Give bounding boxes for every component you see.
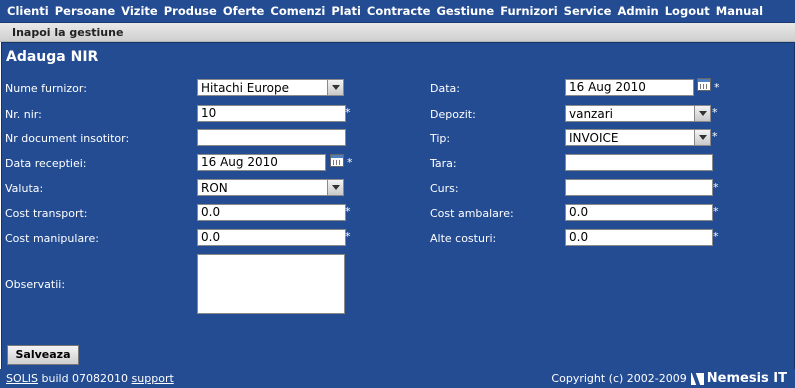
nav-plati[interactable]: Plati xyxy=(328,4,364,18)
nr-document-label: Nr document insotitor: xyxy=(5,132,130,145)
cost-transport-label: Cost transport: xyxy=(5,207,88,220)
valuta-select[interactable]: RON xyxy=(197,179,344,196)
cost-ambalare-input[interactable]: 0.0 xyxy=(565,204,713,221)
nav-furnizori[interactable]: Furnizori xyxy=(497,4,560,18)
chevron-down-icon[interactable] xyxy=(694,106,710,121)
support-link[interactable]: support xyxy=(132,372,174,385)
build-text: build 07082010 xyxy=(41,372,129,385)
valuta-label: Valuta: xyxy=(5,182,44,195)
valuta-value: RON xyxy=(201,181,228,195)
required-marker: * xyxy=(347,156,353,169)
tip-label: Tip: xyxy=(430,132,451,145)
data-label: Data: xyxy=(430,82,460,95)
depozit-label: Depozit: xyxy=(430,108,476,121)
nav-oferte[interactable]: Oferte xyxy=(220,4,268,18)
data-receptiei-label: Data receptiei: xyxy=(5,157,87,170)
tip-select[interactable]: INVOICE xyxy=(565,129,711,146)
cost-manipulare-label: Cost manipulare: xyxy=(5,232,99,245)
depozit-value: vanzari xyxy=(569,107,613,121)
brand-name: Nemesis IT xyxy=(706,371,787,386)
nav-contracte[interactable]: Contracte xyxy=(364,4,434,18)
nemesis-logo-icon xyxy=(690,372,704,385)
nr-nir-input[interactable]: 10 xyxy=(197,105,346,122)
chevron-down-icon[interactable] xyxy=(694,130,710,145)
alte-costuri-input[interactable]: 0.0 xyxy=(565,229,713,246)
furnizor-value: Hitachi Europe xyxy=(201,81,289,95)
chevron-down-icon[interactable] xyxy=(327,180,343,195)
nav-gestiune[interactable]: Gestiune xyxy=(433,4,497,18)
nr-nir-label: Nr. nir: xyxy=(5,108,42,121)
nav-persoane[interactable]: Persoane xyxy=(52,4,118,18)
required-marker: * xyxy=(345,230,351,243)
nav-comenzi[interactable]: Comenzi xyxy=(267,4,328,18)
chevron-down-icon[interactable] xyxy=(327,80,343,95)
depozit-select[interactable]: vanzari xyxy=(565,105,711,122)
nav-manual[interactable]: Manual xyxy=(713,4,766,18)
nav-clienti[interactable]: Clienti xyxy=(4,4,52,18)
alte-costuri-label: Alte costuri: xyxy=(430,232,497,245)
save-button[interactable]: Salveaza xyxy=(7,345,79,365)
nav-logout[interactable]: Logout xyxy=(662,4,713,18)
curs-input[interactable] xyxy=(565,179,713,196)
required-marker: * xyxy=(345,205,351,218)
cost-transport-input[interactable]: 0.0 xyxy=(197,204,346,221)
cost-ambalare-label: Cost ambalare: xyxy=(430,207,514,220)
data-input[interactable]: 16 Aug 2010 xyxy=(565,79,694,96)
top-navigation: Clienti Persoane Vizite Produse Oferte C… xyxy=(0,0,795,23)
sub-navigation: Inapoi la gestiune xyxy=(0,23,795,42)
required-marker: * xyxy=(712,106,718,119)
required-marker: * xyxy=(713,230,719,243)
back-to-gestiune-link[interactable]: Inapoi la gestiune xyxy=(12,26,123,39)
observatii-label: Observatii: xyxy=(5,278,66,291)
footer: SOLIS build 07082010 support Copyright (… xyxy=(0,369,795,388)
copyright-text: Copyright (c) 2002-2009 xyxy=(551,372,687,385)
observatii-textarea[interactable] xyxy=(197,254,345,314)
tara-label: Tara: xyxy=(430,157,457,170)
required-marker: * xyxy=(713,181,719,194)
required-marker: * xyxy=(713,205,719,218)
nav-service[interactable]: Service xyxy=(561,4,615,18)
solis-link[interactable]: SOLIS xyxy=(6,372,38,385)
furnizor-select[interactable]: Hitachi Europe xyxy=(197,79,344,96)
nav-admin[interactable]: Admin xyxy=(614,4,661,18)
calendar-icon[interactable] xyxy=(697,78,711,91)
tip-value: INVOICE xyxy=(569,131,619,145)
calendar-icon[interactable] xyxy=(330,154,344,167)
nr-document-input[interactable] xyxy=(197,129,346,146)
required-marker: * xyxy=(714,81,720,94)
furnizor-label: Nume furnizor: xyxy=(5,82,87,95)
required-marker: * xyxy=(712,130,718,143)
cost-manipulare-input[interactable]: 0.0 xyxy=(197,229,346,246)
form-panel: Adauga NIR Nume furnizor: Hitachi Europe… xyxy=(1,42,795,370)
page-title: Adauga NIR xyxy=(6,49,99,65)
nav-vizite[interactable]: Vizite xyxy=(118,4,161,18)
curs-label: Curs: xyxy=(430,182,459,195)
footer-copyright: Copyright (c) 2002-2009 Nemesis IT xyxy=(551,371,787,386)
tara-input[interactable] xyxy=(565,154,713,171)
data-receptiei-input[interactable]: 16 Aug 2010 xyxy=(197,154,326,171)
nav-produse[interactable]: Produse xyxy=(161,4,220,18)
footer-build-info: SOLIS build 07082010 support xyxy=(6,372,174,385)
required-marker: * xyxy=(345,106,351,119)
